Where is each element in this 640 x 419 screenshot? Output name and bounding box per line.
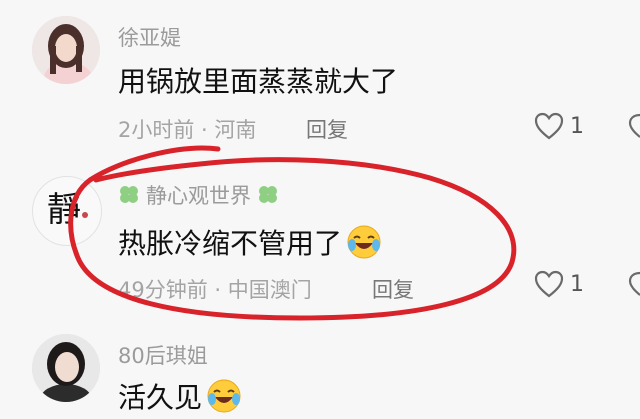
heart-icon xyxy=(534,270,564,298)
username-row: 静心观世界 xyxy=(118,180,281,210)
dislike-icon[interactable] xyxy=(626,270,640,302)
like-button[interactable]: 1 xyxy=(534,112,584,140)
username[interactable]: 静心观世界 xyxy=(146,180,251,210)
comment-text: 活久见 xyxy=(118,381,203,414)
comment-text: 热胀冷缩不管用了 xyxy=(118,227,343,260)
like-count: 1 xyxy=(570,113,584,139)
comment-item: 徐亚媞 用锅放里面蒸蒸就大了 2小时前 · 河南 回复 1 xyxy=(0,0,640,142)
laughing-crying-emoji xyxy=(347,225,381,259)
laughing-crying-emoji xyxy=(207,379,241,413)
avatar-text: 靜 xyxy=(47,190,81,230)
username[interactable]: 80后琪姐 xyxy=(118,340,208,370)
reply-button[interactable]: 回复 xyxy=(372,274,414,304)
comment-meta: 49分钟前 · 中国澳门 xyxy=(118,278,312,302)
heart-icon xyxy=(534,112,564,140)
comment-text-row: 活久见 xyxy=(118,376,242,416)
like-button[interactable]: 1 xyxy=(534,270,584,298)
comment-text-row: 热胀冷缩不管用了 xyxy=(118,222,382,262)
comment-item: 靜 静心观世界 热胀冷缩不管用了 49分钟前 · 中国澳门 回复 1 xyxy=(0,140,640,320)
avatar[interactable] xyxy=(32,334,100,402)
comment-text: 用锅放里面蒸蒸就大了 xyxy=(118,65,399,98)
like-count: 1 xyxy=(570,271,584,297)
avatar[interactable] xyxy=(32,16,100,84)
username[interactable]: 徐亚媞 xyxy=(118,22,181,52)
comment-item: 80后琪姐 活久见 xyxy=(0,320,640,419)
clover-icon xyxy=(259,186,277,203)
avatar[interactable]: 靜 xyxy=(32,176,102,246)
clover-icon xyxy=(120,186,138,203)
